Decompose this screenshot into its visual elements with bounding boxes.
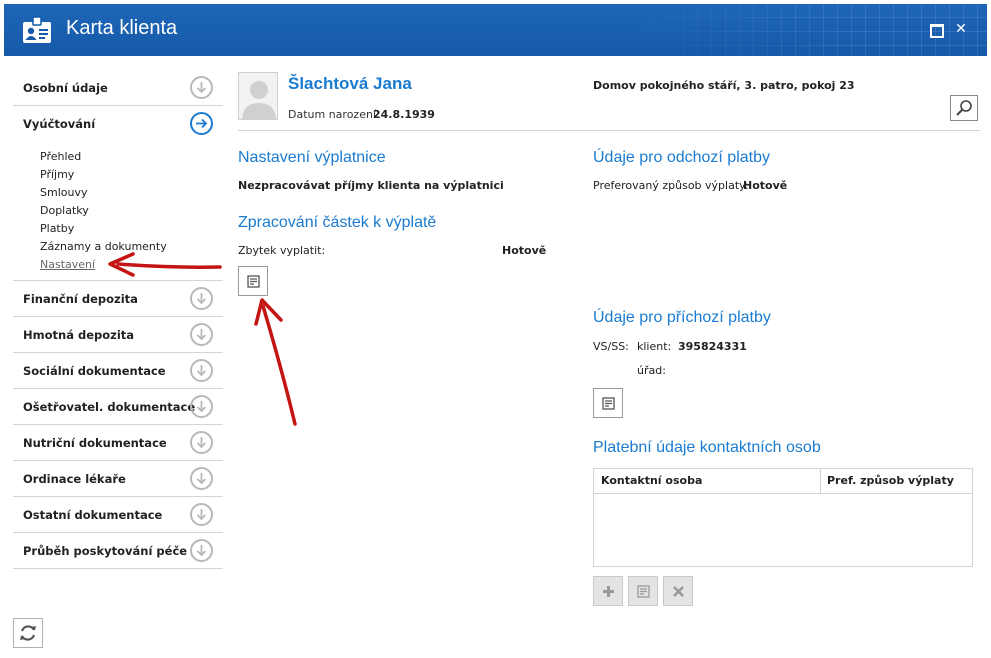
arrow-to-edit-button-icon — [254, 298, 297, 426]
arrow-to-nastaveni-icon — [108, 252, 222, 277]
annotation-arrows — [108, 252, 297, 426]
